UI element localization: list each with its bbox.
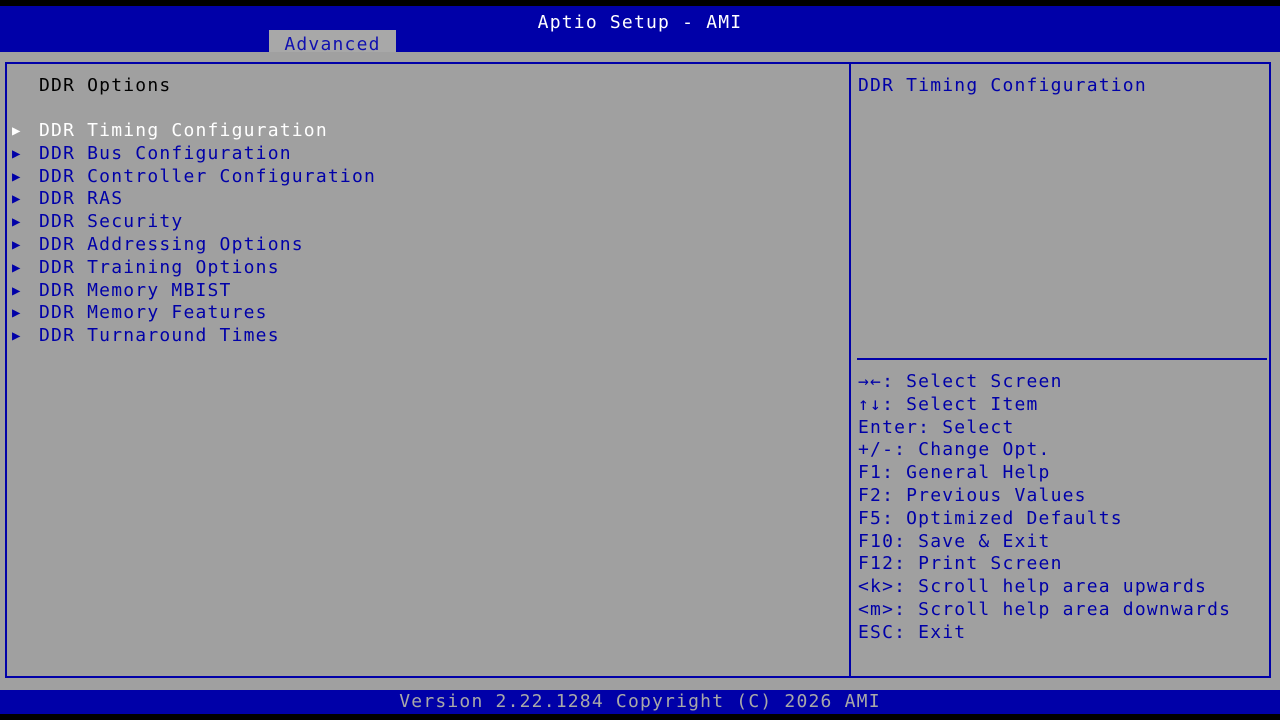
menu-item-label: DDR Security xyxy=(39,211,184,233)
menu-item-label: DDR Training Options xyxy=(39,256,280,278)
menu-item-label: DDR Addressing Options xyxy=(39,233,304,255)
key-hint-change-opt: +/-: Change Opt. xyxy=(858,439,1051,461)
options-menu: ▶ DDR Timing Configuration ▶ DDR Bus Con… xyxy=(0,120,845,348)
key-hint-enter: Enter: Select xyxy=(858,416,1015,438)
menu-item-ddr-memory-features[interactable]: ▶ DDR Memory Features xyxy=(0,302,845,325)
key-hint-scroll-down: <m>: Scroll help area downwards xyxy=(858,598,1232,620)
version-text: Version 2.22.1284 Copyright (C) 2026 AMI xyxy=(399,691,881,712)
menu-item-label: DDR Controller Configuration xyxy=(39,165,377,187)
menu-item-label: DDR Memory MBIST xyxy=(39,279,232,301)
key-hint-f5: F5: Optimized Defaults xyxy=(858,507,1123,529)
key-hint-f12: F12: Print Screen xyxy=(858,553,1063,575)
submenu-arrow-icon: ▶ xyxy=(12,214,22,231)
menu-item-ddr-timing-configuration[interactable]: ▶ DDR Timing Configuration xyxy=(0,120,845,143)
title-bar: Aptio Setup - AMI Advanced xyxy=(0,6,1280,58)
submenu-arrow-icon: ▶ xyxy=(12,168,22,185)
menu-item-ddr-security[interactable]: ▶ DDR Security xyxy=(0,211,845,234)
menu-item-label: DDR Turnaround Times xyxy=(39,325,280,347)
key-legend: →←: Select Screen ↑↓: Select Item Enter:… xyxy=(858,371,1231,645)
menu-item-ddr-bus-configuration[interactable]: ▶ DDR Bus Configuration xyxy=(0,143,845,166)
menu-item-ddr-ras[interactable]: ▶ DDR RAS xyxy=(0,188,845,211)
key-hint-f10: F10: Save & Exit xyxy=(858,530,1051,552)
key-hint-select-screen: →←: Select Screen xyxy=(858,371,1063,392)
submenu-arrow-icon: ▶ xyxy=(12,236,22,253)
menu-item-label: DDR RAS xyxy=(39,188,124,210)
submenu-arrow-icon: ▶ xyxy=(12,145,22,162)
key-hint-scroll-up: <k>: Scroll help area upwards xyxy=(858,576,1208,598)
submenu-arrow-icon: ▶ xyxy=(12,123,22,139)
main-area: DDR Options ▶ DDR Timing Configuration ▶… xyxy=(0,52,1280,690)
menu-item-ddr-controller-configuration[interactable]: ▶ DDR Controller Configuration xyxy=(0,166,845,189)
menu-item-ddr-turnaround-times[interactable]: ▶ DDR Turnaround Times xyxy=(0,325,845,348)
menu-item-label: DDR Timing Configuration xyxy=(39,120,328,141)
key-hint-f2: F2: Previous Values xyxy=(858,484,1087,506)
menu-item-ddr-memory-mbist[interactable]: ▶ DDR Memory MBIST xyxy=(0,280,845,303)
help-description: DDR Timing Configuration xyxy=(858,75,1147,96)
key-hint-esc: ESC: Exit xyxy=(858,621,967,643)
panel-divider xyxy=(849,62,851,678)
menu-item-ddr-training-options[interactable]: ▶ DDR Training Options xyxy=(0,257,845,280)
key-hint-select-item: ↑↓: Select Item xyxy=(858,393,1039,415)
app-title: Aptio Setup - AMI xyxy=(537,12,743,33)
submenu-arrow-icon: ▶ xyxy=(12,259,22,276)
footer-bar: Version 2.22.1284 Copyright (C) 2026 AMI xyxy=(0,690,1280,714)
menu-item-ddr-addressing-options[interactable]: ▶ DDR Addressing Options xyxy=(0,234,845,257)
help-divider xyxy=(857,358,1267,360)
submenu-arrow-icon: ▶ xyxy=(12,282,22,299)
submenu-arrow-icon: ▶ xyxy=(12,191,22,208)
menu-item-label: DDR Bus Configuration xyxy=(39,142,292,164)
section-title: DDR Options xyxy=(39,75,172,96)
submenu-arrow-icon: ▶ xyxy=(12,328,22,345)
key-hint-f1: F1: General Help xyxy=(858,462,1051,484)
menu-item-label: DDR Memory Features xyxy=(39,302,268,324)
submenu-arrow-icon: ▶ xyxy=(12,305,22,322)
